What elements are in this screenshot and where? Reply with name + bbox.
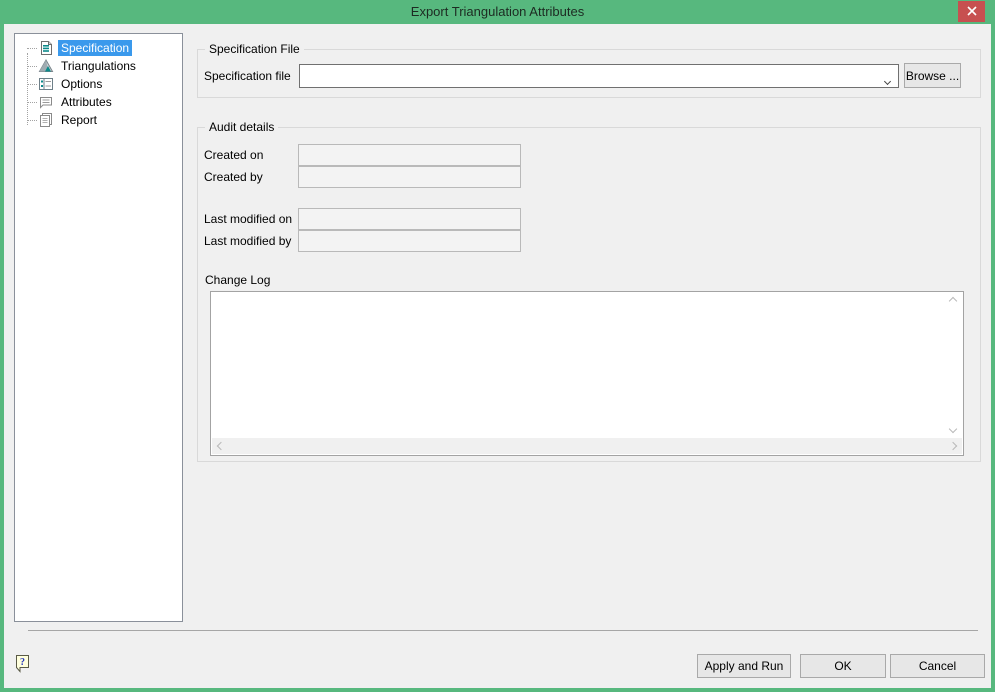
- apply-and-run-button[interactable]: Apply and Run: [697, 654, 791, 678]
- scroll-up-icon[interactable]: [948, 296, 958, 306]
- scroll-down-icon[interactable]: [948, 424, 958, 434]
- close-icon: [966, 5, 977, 19]
- sidebar-item-label: Attributes: [61, 95, 112, 109]
- audit-details-group: Audit details Created on Created by Last…: [197, 120, 981, 462]
- sidebar-item-specification[interactable]: Specification: [15, 39, 182, 57]
- window-border-left: [0, 24, 4, 692]
- footer-separator: [28, 630, 978, 631]
- last-modified-on-label: Last modified on: [204, 212, 293, 226]
- specification-icon: [38, 40, 54, 56]
- ok-button[interactable]: OK: [800, 654, 886, 678]
- sidebar-item-options[interactable]: Options: [15, 75, 182, 93]
- created-on-label: Created on: [204, 148, 264, 162]
- navigation-tree: Specification Triangulations Options Att…: [14, 33, 183, 622]
- attributes-icon: [38, 94, 54, 110]
- triangulations-icon: [38, 58, 54, 74]
- window-border-bottom: [0, 688, 995, 692]
- chevron-down-icon: [883, 73, 892, 87]
- change-log-label: Change Log: [205, 273, 271, 287]
- specification-file-group: Specification File Specification file Br…: [197, 42, 981, 98]
- specification-file-input[interactable]: [302, 67, 876, 85]
- vertical-scrollbar[interactable]: [946, 294, 961, 436]
- last-modified-by-label: Last modified by: [204, 234, 292, 248]
- help-balloon-icon[interactable]: ?: [14, 654, 31, 675]
- specification-file-combobox[interactable]: [299, 64, 899, 88]
- svg-text:?: ?: [20, 657, 25, 668]
- group-title: Specification File: [205, 42, 304, 56]
- options-icon: [38, 76, 54, 92]
- sidebar-item-report[interactable]: Report: [15, 111, 182, 129]
- created-on-field: [298, 144, 521, 166]
- sidebar-item-label: Report: [61, 113, 98, 127]
- created-by-label: Created by: [204, 170, 263, 184]
- scroll-left-icon[interactable]: [216, 441, 226, 451]
- window-title: Export Triangulation Attributes: [410, 4, 585, 19]
- last-modified-on-field: [298, 208, 521, 230]
- browse-button[interactable]: Browse ...: [904, 63, 961, 88]
- sidebar-item-label: Specification: [58, 40, 133, 56]
- created-by-field: [298, 166, 521, 188]
- scroll-right-icon[interactable]: [948, 441, 958, 451]
- sidebar-item-triangulations[interactable]: Triangulations: [15, 57, 182, 75]
- close-button[interactable]: [958, 1, 985, 22]
- dialog-window: Export Triangulation Attributes Specific…: [0, 0, 995, 692]
- horizontal-scrollbar[interactable]: [212, 438, 962, 454]
- change-log-textarea[interactable]: [213, 294, 943, 436]
- change-log-box: [210, 291, 964, 456]
- sidebar-item-label: Options: [61, 77, 103, 91]
- report-icon: [38, 112, 54, 128]
- specification-file-label: Specification file: [204, 69, 291, 83]
- sidebar-item-attributes[interactable]: Attributes: [15, 93, 182, 111]
- sidebar-item-label: Triangulations: [61, 59, 136, 73]
- cancel-button[interactable]: Cancel: [890, 654, 985, 678]
- last-modified-by-field: [298, 230, 521, 252]
- window-border-right: [991, 24, 995, 692]
- group-title: Audit details: [205, 120, 279, 134]
